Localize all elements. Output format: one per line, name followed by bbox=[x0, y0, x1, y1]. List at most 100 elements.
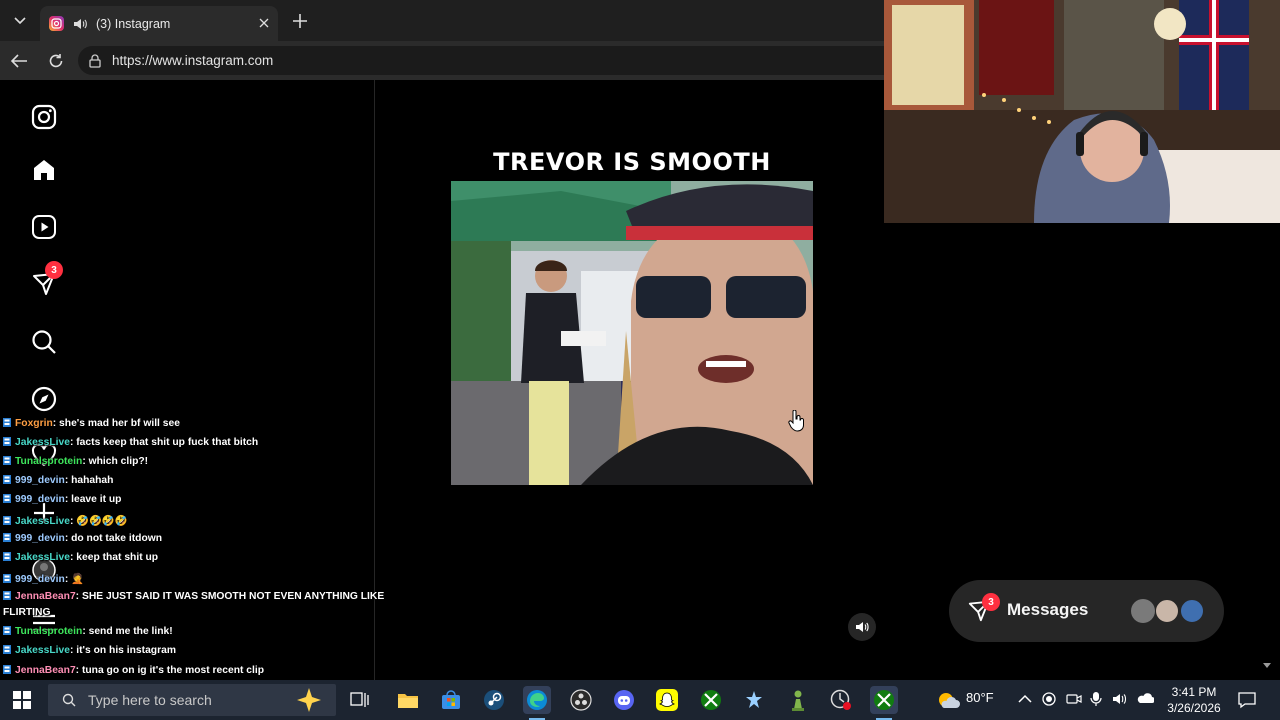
onedrive-icon[interactable] bbox=[1136, 692, 1154, 704]
task-view-icon[interactable] bbox=[346, 686, 374, 714]
microphone-icon[interactable] bbox=[1090, 691, 1102, 707]
screen: (3) Instagram https://www.instagram.com bbox=[0, 0, 1280, 720]
instagram-logo-icon[interactable] bbox=[31, 104, 57, 130]
chat-badge-icon bbox=[3, 456, 11, 465]
close-tab-icon[interactable] bbox=[256, 15, 272, 31]
system-clock[interactable]: 3:41 PM 3/26/2026 bbox=[1158, 684, 1230, 716]
chat-message: Foxgrin: she's mad her bf will see bbox=[3, 418, 180, 429]
new-tab-button[interactable] bbox=[289, 10, 311, 32]
app-icon[interactable] bbox=[740, 686, 768, 714]
plus-icon bbox=[293, 14, 307, 28]
chevron-up-icon[interactable] bbox=[1018, 694, 1032, 704]
chat-username: JakessLive bbox=[15, 552, 70, 563]
chat-text: : she's mad her bf will see bbox=[52, 418, 180, 429]
notifications-icon[interactable] bbox=[1238, 691, 1256, 709]
webcam-feed bbox=[884, 0, 1280, 223]
edge-browser-icon[interactable] bbox=[523, 686, 551, 720]
chat-username: JakessLive bbox=[15, 437, 70, 448]
messages-button[interactable]: 3 Messages bbox=[949, 580, 1224, 642]
reels-icon[interactable] bbox=[31, 214, 57, 240]
chat-username: JakessLive bbox=[15, 516, 70, 527]
chat-message: JakessLive: 🤣🤣🤣🤣 bbox=[3, 514, 128, 527]
chat-username: 999_devin bbox=[15, 475, 65, 486]
chat-text: : 🤣🤣🤣🤣 bbox=[69, 516, 128, 527]
explore-icon[interactable] bbox=[31, 386, 57, 412]
avatar bbox=[1131, 599, 1155, 623]
xbox-icon[interactable] bbox=[697, 686, 725, 714]
chat-username: 999_devin bbox=[15, 574, 65, 585]
chat-text: : do not take itdown bbox=[64, 533, 163, 544]
search-icon[interactable] bbox=[31, 329, 57, 355]
site-info-icon[interactable] bbox=[88, 53, 102, 68]
chat-message: JakessLive: keep that shit up bbox=[3, 552, 158, 563]
scroll-down-arrow[interactable] bbox=[1262, 660, 1272, 670]
avatar bbox=[1155, 599, 1179, 623]
chat-text: : leave it up bbox=[64, 494, 122, 505]
reload-icon bbox=[49, 54, 63, 68]
chat-message: Tunalsprotein: send me the link! bbox=[3, 626, 173, 637]
chat-username: Tunalsprotein bbox=[15, 456, 83, 467]
taskbar-search-input[interactable]: Type here to search bbox=[48, 684, 336, 716]
chat-text: : send me the link! bbox=[82, 626, 173, 637]
recording-app-icon[interactable] bbox=[827, 686, 855, 714]
chat-text: : 🤦 bbox=[64, 574, 84, 585]
chat-username: 999_devin bbox=[15, 494, 65, 505]
address-toolbar: https://www.instagram.com bbox=[0, 41, 898, 80]
weather-temp: 80°F bbox=[966, 690, 994, 705]
chat-text: : SHE JUST SAID IT WAS SMOOTH NOT EVEN A… bbox=[75, 591, 385, 602]
camera-icon[interactable] bbox=[1066, 692, 1082, 706]
chat-badge-icon bbox=[3, 437, 11, 446]
windows-start-button[interactable] bbox=[8, 686, 36, 714]
chat-username: JennaBean7 bbox=[15, 665, 76, 676]
microsoft-store-icon[interactable] bbox=[437, 686, 465, 714]
chat-badge-icon bbox=[3, 552, 11, 561]
xbox-app-icon[interactable] bbox=[870, 686, 898, 720]
clock-time: 3:41 PM bbox=[1171, 685, 1217, 699]
snapchat-icon[interactable] bbox=[653, 686, 681, 714]
chat-text: : keep that shit up bbox=[69, 552, 159, 563]
chat-message: 999_devin: hahahah bbox=[3, 475, 113, 486]
volume-button[interactable] bbox=[848, 613, 876, 641]
chat-message: JakessLive: it's on his instagram bbox=[3, 645, 176, 656]
weather-icon[interactable] bbox=[934, 686, 962, 714]
reel-caption-text: TREVOR IS SMOOTH bbox=[493, 148, 771, 176]
address-field[interactable]: https://www.instagram.com bbox=[78, 46, 898, 75]
reel-video[interactable] bbox=[451, 181, 813, 485]
chat-badge-icon bbox=[3, 494, 11, 503]
back-button[interactable] bbox=[8, 50, 30, 72]
chat-username: JennaBean7 bbox=[15, 591, 76, 602]
steam-icon[interactable] bbox=[480, 686, 508, 714]
sparkle-icon bbox=[297, 688, 321, 712]
audio-playing-icon[interactable] bbox=[72, 16, 88, 32]
messages-label: Messages bbox=[1007, 600, 1089, 619]
search-placeholder: Type here to search bbox=[88, 692, 212, 708]
tab-title: (3) Instagram bbox=[96, 16, 171, 31]
windows-taskbar: Type here to search 80°F 3:41 PM 3/26/20… bbox=[0, 680, 1280, 720]
browser-tab-instagram[interactable]: (3) Instagram bbox=[40, 6, 278, 41]
browser-tab-bar: (3) Instagram bbox=[0, 0, 884, 41]
chat-text: : hahahah bbox=[64, 475, 114, 486]
chat-username: Tunalsprotein bbox=[15, 626, 83, 637]
chat-message: FLIRTING bbox=[3, 607, 50, 618]
chat-username: JakessLive bbox=[15, 645, 70, 656]
chat-badge-icon bbox=[3, 626, 11, 635]
reload-button[interactable] bbox=[45, 50, 67, 72]
clock-date: 3/26/2026 bbox=[1167, 701, 1221, 715]
file-explorer-icon[interactable] bbox=[394, 686, 422, 714]
volume-icon[interactable] bbox=[1112, 692, 1128, 706]
messenger-icon[interactable]: 3 bbox=[31, 261, 63, 297]
chat-username: Foxgrin bbox=[15, 418, 53, 429]
tab-search-button[interactable] bbox=[6, 8, 34, 34]
avatar bbox=[1180, 599, 1204, 623]
discord-icon[interactable] bbox=[610, 686, 638, 714]
chess-icon[interactable] bbox=[784, 686, 812, 714]
chat-text: : it's on his instagram bbox=[69, 645, 176, 656]
chat-message: 999_devin: leave it up bbox=[3, 494, 121, 505]
obs-icon[interactable] bbox=[567, 686, 595, 714]
record-indicator-icon[interactable] bbox=[1042, 692, 1056, 706]
arrow-left-icon bbox=[10, 54, 27, 68]
chat-badge-icon bbox=[3, 665, 11, 674]
chat-text: FLIRTING bbox=[3, 607, 51, 618]
home-icon[interactable] bbox=[31, 157, 57, 183]
notification-badge: 3 bbox=[45, 261, 63, 279]
